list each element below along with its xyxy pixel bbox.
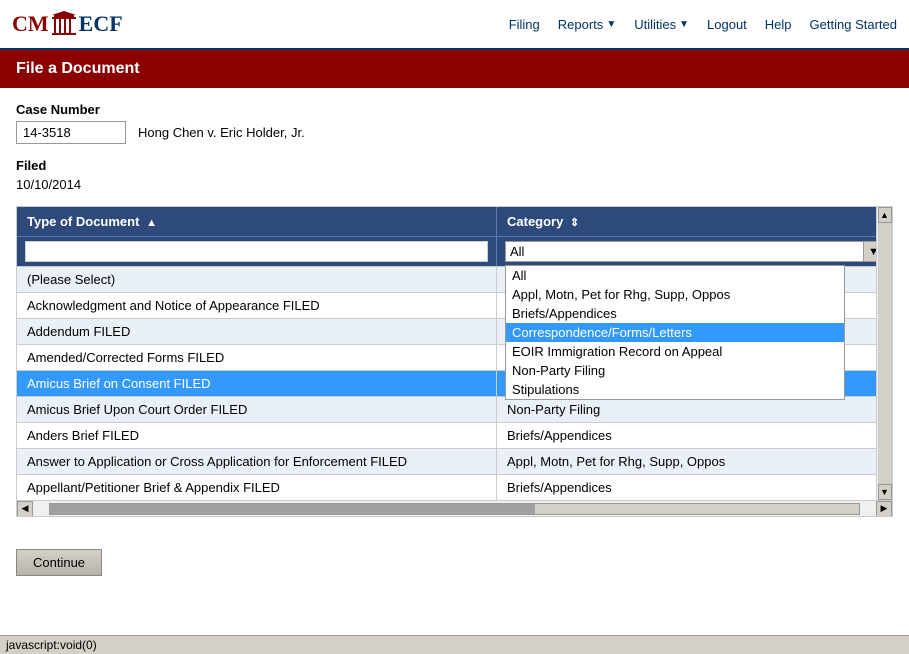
- search-row: All ▼ All Appl, Motn, Pet for Rhg, Supp,…: [17, 236, 892, 266]
- sort-category-arrow[interactable]: ⇕: [570, 217, 579, 229]
- nav-help[interactable]: Help: [765, 17, 792, 32]
- row-type-2: Addendum FILED: [17, 319, 497, 344]
- row-type-7: Answer to Application or Cross Applicati…: [17, 449, 497, 474]
- logo-icon: [50, 11, 78, 37]
- row-type-0: (Please Select): [17, 267, 497, 292]
- type-search-input[interactable]: [25, 241, 488, 262]
- scroll-down-btn[interactable]: ▼: [878, 484, 892, 500]
- vertical-scrollbar[interactable]: ▲ ▼: [876, 207, 892, 500]
- dd-item-correspondence[interactable]: Correspondence/Forms/Letters: [506, 323, 844, 342]
- filed-section: Filed 10/10/2014: [16, 158, 893, 192]
- logo-cm: CM: [12, 11, 49, 37]
- search-col-type: [17, 237, 497, 266]
- nav-logout[interactable]: Logout: [707, 17, 747, 32]
- case-name: Hong Chen v. Eric Holder, Jr.: [138, 125, 305, 140]
- table-row[interactable]: Anders Brief FILED Briefs/Appendices: [17, 422, 892, 448]
- row-type-1: Acknowledgment and Notice of Appearance …: [17, 293, 497, 318]
- col-category-header: Category ⇕: [497, 207, 892, 236]
- row-type-4: Amicus Brief on Consent FILED: [17, 371, 497, 396]
- filed-label: Filed: [16, 158, 893, 173]
- form-area: Case Number Hong Chen v. Eric Holder, Jr…: [0, 88, 909, 598]
- row-type-8: Appellant/Petitioner Brief & Appendix FI…: [17, 475, 497, 500]
- case-number-input[interactable]: [16, 121, 126, 144]
- case-number-label: Case Number: [16, 102, 893, 117]
- scroll-left-btn[interactable]: ◀: [17, 501, 33, 517]
- category-selected-value: All: [510, 244, 524, 259]
- nav-reports-dropdown[interactable]: Reports ▼: [558, 17, 616, 32]
- reports-dropdown-arrow: ▼: [606, 19, 616, 30]
- scroll-track[interactable]: [49, 503, 860, 515]
- category-dropdown-wrapper: All ▼ All Appl, Motn, Pet for Rhg, Supp,…: [505, 241, 884, 262]
- nav-getting-started[interactable]: Getting Started: [810, 17, 897, 32]
- dd-item-all[interactable]: All: [506, 266, 844, 285]
- row-type-3: Amended/Corrected Forms FILED: [17, 345, 497, 370]
- dd-item-eoir[interactable]: EOIR Immigration Record on Appeal: [506, 342, 844, 361]
- status-bar: javascript:void(0): [0, 635, 909, 654]
- case-number-row: Hong Chen v. Eric Holder, Jr.: [16, 121, 893, 144]
- scroll-thumb: [50, 504, 535, 514]
- table-row[interactable]: Answer to Application or Cross Applicati…: [17, 448, 892, 474]
- category-dropdown-selected[interactable]: All: [505, 241, 864, 262]
- scroll-track-v: [878, 223, 892, 484]
- dd-item-briefs[interactable]: Briefs/Appendices: [506, 304, 844, 323]
- category-dropdown-list: All Appl, Motn, Pet for Rhg, Supp, Oppos…: [505, 265, 845, 400]
- row-type-6: Anders Brief FILED: [17, 423, 497, 448]
- table-row[interactable]: Appellant/Petitioner Brief & Appendix FI…: [17, 474, 892, 500]
- document-type-table: Type of Document ▲ Category ⇕ All: [16, 206, 893, 517]
- row-type-5: Amicus Brief Upon Court Order FILED: [17, 397, 497, 422]
- row-category-5: Non-Party Filing: [497, 397, 892, 422]
- button-area: Continue: [16, 533, 893, 584]
- dd-item-stipulations[interactable]: Stipulations: [506, 380, 844, 399]
- filed-date: 10/10/2014: [16, 177, 893, 192]
- logo-ecf: ECF: [79, 11, 123, 37]
- col-category-label: Category: [507, 214, 563, 229]
- sort-type-arrow[interactable]: ▲: [146, 217, 157, 229]
- top-navigation: CM ECF Filing Reports ▼ Utilities ▼ Logo…: [0, 0, 909, 50]
- horizontal-scrollbar[interactable]: ◀ ▶: [17, 500, 892, 516]
- col-type-header: Type of Document ▲: [17, 207, 497, 236]
- dd-item-appl[interactable]: Appl, Motn, Pet for Rhg, Supp, Oppos: [506, 285, 844, 304]
- nav-utilities-dropdown[interactable]: Utilities ▼: [634, 17, 689, 32]
- row-category-6: Briefs/Appendices: [497, 423, 892, 448]
- scroll-up-btn[interactable]: ▲: [878, 207, 892, 223]
- col-type-label: Type of Document: [27, 214, 139, 229]
- status-text: javascript:void(0): [6, 638, 97, 652]
- row-category-8: Briefs/Appendices: [497, 475, 892, 500]
- nav-filing[interactable]: Filing: [509, 17, 540, 32]
- search-col-category: All ▼ All Appl, Motn, Pet for Rhg, Supp,…: [497, 237, 892, 266]
- table-header-row: Type of Document ▲ Category ⇕: [17, 207, 892, 236]
- utilities-dropdown-arrow: ▼: [679, 19, 689, 30]
- continue-button[interactable]: Continue: [16, 549, 102, 576]
- main-nav: Filing Reports ▼ Utilities ▼ Logout Help…: [509, 17, 897, 32]
- main-content: File a Document Case Number Hong Chen v.…: [0, 50, 909, 598]
- dd-item-nonparty[interactable]: Non-Party Filing: [506, 361, 844, 380]
- row-category-7: Appl, Motn, Pet for Rhg, Supp, Oppos: [497, 449, 892, 474]
- page-title: File a Document: [16, 60, 140, 77]
- page-header: File a Document: [0, 50, 909, 88]
- logo: CM ECF: [12, 11, 123, 37]
- scroll-right-btn[interactable]: ▶: [876, 501, 892, 517]
